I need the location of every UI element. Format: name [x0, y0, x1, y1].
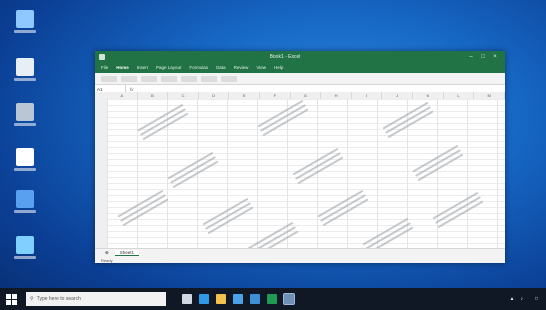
sheet-tabs-bar: ⊕ Sheet1	[95, 248, 505, 257]
search-box[interactable]: ⚲ Type here to search	[26, 292, 166, 306]
document-icon[interactable]	[12, 148, 38, 178]
close-icon[interactable]: ×	[489, 54, 501, 60]
column-header[interactable]: H	[321, 92, 352, 99]
cell-area[interactable]	[107, 99, 505, 249]
search-icon: ⚲	[30, 296, 34, 302]
paste-button[interactable]	[101, 75, 117, 82]
watermark-mark	[291, 145, 345, 187]
volume-icon[interactable]: ♪	[520, 296, 523, 302]
store-icon[interactable]	[233, 294, 243, 304]
search-placeholder: Type here to search	[36, 296, 81, 302]
start-button[interactable]	[0, 288, 22, 310]
notifications-icon[interactable]: □	[535, 296, 538, 302]
column-header[interactable]: E	[229, 92, 261, 99]
status-text: Ready	[101, 257, 113, 263]
watermark-mark	[411, 142, 465, 184]
tab-data[interactable]: Data	[216, 65, 226, 70]
column-header[interactable]: J	[382, 92, 414, 99]
window-title: Book1 - Excel	[269, 53, 301, 60]
column-header[interactable]: M	[474, 92, 505, 99]
column-header[interactable]: A	[107, 92, 138, 99]
watermark-mark	[201, 195, 255, 237]
network-icon[interactable]: ▲	[510, 296, 515, 302]
add-sheet-icon[interactable]: ⊕	[105, 250, 109, 256]
alignment-button[interactable]	[141, 75, 157, 82]
status-bar: Ready	[95, 257, 505, 263]
editing-button[interactable]	[221, 75, 237, 82]
watermark-mark	[361, 215, 415, 249]
column-header[interactable]: K	[413, 92, 444, 99]
shortcut-icon[interactable]	[12, 190, 38, 220]
column-header[interactable]: D	[199, 92, 230, 99]
watermark-mark	[166, 149, 220, 191]
watermark-mark	[136, 101, 190, 143]
taskbar: ⚲ Type here to search ▲ ♪ □	[0, 288, 546, 310]
tab-home[interactable]: Home	[116, 65, 129, 70]
watermark-mark	[246, 219, 300, 249]
file-explorer-icon[interactable]	[216, 294, 226, 304]
fx-icon: fx	[130, 86, 134, 92]
ribbon-toolbar	[95, 73, 505, 85]
sheet-tab[interactable]: Sheet1	[114, 250, 140, 256]
styles-button[interactable]	[181, 75, 197, 82]
edge-icon[interactable]	[199, 294, 209, 304]
ribbon-tabs: File Home Insert Page Layout Formulas Da…	[95, 62, 505, 73]
windows-logo-icon	[5, 293, 17, 305]
app-taskbar-icon[interactable]	[283, 293, 295, 305]
tab-file[interactable]: File	[101, 65, 108, 70]
watermark-mark	[431, 189, 485, 231]
number-format-button[interactable]	[161, 75, 177, 82]
system-tray: ▲ ♪ □	[510, 296, 546, 302]
spreadsheet-grid[interactable]: A B C D E F G H I J K L M	[95, 92, 505, 249]
pinned-apps	[182, 293, 295, 305]
watermark-mark	[256, 97, 310, 139]
tab-insert[interactable]: Insert	[137, 65, 148, 70]
column-header[interactable]: L	[444, 92, 475, 99]
column-header[interactable]: C	[168, 92, 199, 99]
excel-window[interactable]: Book1 - Excel – □ × File Home Insert Pag…	[95, 51, 505, 263]
column-header[interactable]: F	[260, 92, 291, 99]
tab-view[interactable]: View	[256, 65, 266, 70]
title-bar[interactable]: Book1 - Excel – □ ×	[95, 51, 505, 62]
excel-logo-icon	[99, 53, 105, 60]
folder-icon[interactable]	[12, 58, 38, 88]
excel-taskbar-icon[interactable]	[267, 294, 277, 304]
cells-button[interactable]	[201, 75, 217, 82]
maximize-icon[interactable]: □	[477, 54, 489, 60]
recycle-bin-icon[interactable]	[12, 103, 38, 133]
this-pc-icon[interactable]	[12, 10, 38, 40]
tab-help[interactable]: Help	[274, 65, 283, 70]
minimize-icon[interactable]: –	[465, 54, 477, 60]
tab-review[interactable]: Review	[234, 65, 249, 70]
task-view-icon[interactable]	[182, 294, 192, 304]
column-header[interactable]: I	[352, 92, 383, 99]
column-header[interactable]: B	[138, 92, 169, 99]
column-header[interactable]: G	[291, 92, 322, 99]
app-icon[interactable]	[12, 236, 38, 266]
watermark-mark	[116, 187, 170, 229]
tab-formulas[interactable]: Formulas	[189, 65, 208, 70]
font-button[interactable]	[121, 75, 137, 82]
watermark-mark	[316, 187, 370, 229]
mail-icon[interactable]	[250, 294, 260, 304]
watermark-mark	[381, 99, 435, 141]
tab-page-layout[interactable]: Page Layout	[156, 65, 181, 70]
